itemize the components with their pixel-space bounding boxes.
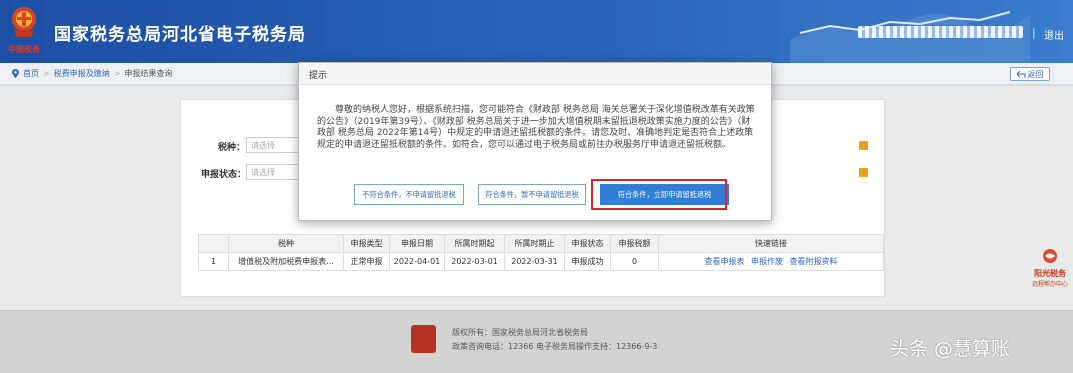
status-select[interactable]: 请选择 bbox=[246, 164, 306, 180]
highlight-annotation bbox=[591, 179, 727, 210]
cell-index: 1 bbox=[198, 252, 229, 271]
back-button-label: 返回 bbox=[1027, 69, 1044, 79]
cell-declare-date: 2022-04-01 bbox=[389, 252, 445, 271]
col-tax-type: 税种 bbox=[228, 234, 344, 253]
footer-contact: 政策咨询电话：12366 电子税务局操作支持：12366-9-3 bbox=[452, 342, 658, 351]
emblem-caption: 中国税务 bbox=[8, 45, 40, 54]
header-separator: | bbox=[1032, 26, 1036, 39]
cell-period-end: 2022-03-31 bbox=[504, 252, 565, 271]
breadcrumb: 首页 > 税费申报及缴纳 > 申报结果查询 bbox=[12, 68, 172, 79]
cell-quick-links: 查看申报表 申报作废 查看附报资料 bbox=[658, 252, 884, 271]
watermark: 头条 @慧算账 bbox=[890, 338, 1011, 360]
table-row: 1 增值税及附加税费申报表... 正常申报 2022-04-01 2022-03… bbox=[198, 252, 884, 271]
dialog-title: 提示 bbox=[299, 63, 771, 85]
tax-type-label: 税种： bbox=[218, 143, 246, 153]
site-footer: 版权所有：国家税务总局河北省税务局 政策咨询电话：12366 电子税务局操作支持… bbox=[0, 310, 1073, 373]
cell-period-start: 2022-03-01 bbox=[444, 252, 505, 271]
col-period-end: 所属时期止 bbox=[504, 234, 565, 253]
result-table: 税种 申报类型 申报日期 所属时期起 所属时期止 申报状态 申报税额 快速链接 … bbox=[198, 234, 884, 271]
cell-status: 申报成功 bbox=[564, 252, 611, 271]
breadcrumb-separator: > bbox=[43, 69, 50, 78]
view-attachments-link[interactable]: 查看附报资料 bbox=[790, 257, 838, 266]
void-declaration-link[interactable]: 申报作废 bbox=[751, 257, 783, 266]
back-button[interactable]: 返回 bbox=[1010, 67, 1050, 81]
user-name-blurred bbox=[858, 26, 1023, 38]
location-pin-icon bbox=[12, 69, 19, 78]
col-status: 申报状态 bbox=[564, 234, 611, 253]
sunshine-tax-subtitle: 远程帮办中心 bbox=[1031, 281, 1068, 288]
calendar-icon[interactable] bbox=[859, 168, 868, 177]
cell-tax-type: 增值税及附加税费申报表... bbox=[228, 252, 344, 271]
not-eligible-button[interactable]: 不符合条件，不申请留抵退税 bbox=[354, 184, 464, 205]
sunshine-tax-widget[interactable]: 阳光税务 远程帮办中心 bbox=[1030, 248, 1070, 290]
site-title: 国家税务总局河北省电子税务局 bbox=[54, 25, 306, 45]
site-header: 中国税务 国家税务总局河北省电子税务局 | 退出 bbox=[0, 0, 1073, 63]
col-period-start: 所属时期起 bbox=[444, 234, 505, 253]
footer-tax-logo-icon bbox=[411, 325, 436, 353]
breadcrumb-separator: > bbox=[113, 69, 121, 78]
breadcrumb-tax-declare[interactable]: 税费申报及缴纳 bbox=[54, 68, 110, 79]
col-declare-type: 申报类型 bbox=[343, 234, 390, 253]
back-arrow-icon bbox=[1016, 70, 1025, 78]
logout-link[interactable]: 退出 bbox=[1044, 27, 1064, 42]
col-declare-date: 申报日期 bbox=[389, 234, 445, 253]
dialog-message: 尊敬的纳税人您好，根据系统扫描，您可能符合《财政部 税务总局 海关总署关于深化增… bbox=[317, 105, 755, 150]
calendar-icon[interactable] bbox=[859, 141, 868, 150]
table-header-row: 税种 申报类型 申报日期 所属时期起 所属时期止 申报状态 申报税额 快速链接 bbox=[198, 234, 884, 253]
col-index bbox=[198, 234, 229, 253]
cell-declare-type: 正常申报 bbox=[343, 252, 390, 271]
tax-type-select[interactable]: 请选择 bbox=[246, 137, 306, 153]
sunshine-tax-icon bbox=[1043, 249, 1057, 263]
view-declaration-link[interactable]: 查看申报表 bbox=[704, 257, 744, 266]
col-quick-links: 快速链接 bbox=[658, 234, 884, 253]
tax-emblem-icon bbox=[12, 7, 36, 37]
status-label: 申报状态： bbox=[201, 170, 247, 180]
cell-amount: 0 bbox=[610, 252, 659, 271]
footer-copyright: 版权所有：国家税务总局河北省税务局 bbox=[452, 328, 588, 337]
eligible-later-button[interactable]: 符合条件，暂不申请留抵退税 bbox=[478, 184, 586, 205]
breadcrumb-home[interactable]: 首页 bbox=[23, 68, 39, 79]
sunshine-tax-title: 阳光税务 bbox=[1034, 269, 1066, 278]
col-amount: 申报税额 bbox=[610, 234, 659, 253]
breadcrumb-current: 申报结果查询 bbox=[124, 69, 173, 78]
